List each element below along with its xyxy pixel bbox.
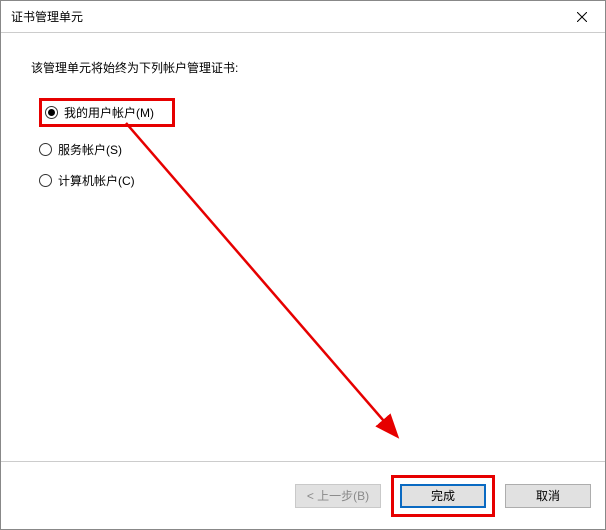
cancel-button[interactable]: 取消 xyxy=(505,484,591,508)
radio-service-account[interactable]: 服务帐户(S) xyxy=(39,141,575,158)
radio-icon xyxy=(45,106,58,119)
highlight-my-user-account: 我的用户帐户(M) xyxy=(39,98,175,127)
radio-label: 计算机帐户(C) xyxy=(58,172,135,189)
close-icon xyxy=(577,12,587,22)
radio-computer-account[interactable]: 计算机帐户(C) xyxy=(39,172,575,189)
footer: < 上一步(B) 完成 取消 xyxy=(1,461,605,529)
close-button[interactable] xyxy=(559,1,605,32)
radio-my-user-account[interactable]: 我的用户帐户(M) xyxy=(45,104,154,121)
highlight-finish-button: 完成 xyxy=(391,475,495,517)
radio-icon xyxy=(39,143,52,156)
back-button: < 上一步(B) xyxy=(295,484,381,508)
radio-label: 我的用户帐户(M) xyxy=(64,104,154,121)
content-area: 该管理单元将始终为下列帐户管理证书: 我的用户帐户(M) 服务帐户(S) 计算机… xyxy=(1,33,605,461)
window-title: 证书管理单元 xyxy=(11,8,83,25)
radio-group: 服务帐户(S) 计算机帐户(C) xyxy=(31,141,575,189)
description-text: 该管理单元将始终为下列帐户管理证书: xyxy=(31,59,575,76)
finish-button[interactable]: 完成 xyxy=(400,484,486,508)
radio-icon xyxy=(39,174,52,187)
radio-label: 服务帐户(S) xyxy=(58,141,122,158)
titlebar: 证书管理单元 xyxy=(1,1,605,33)
